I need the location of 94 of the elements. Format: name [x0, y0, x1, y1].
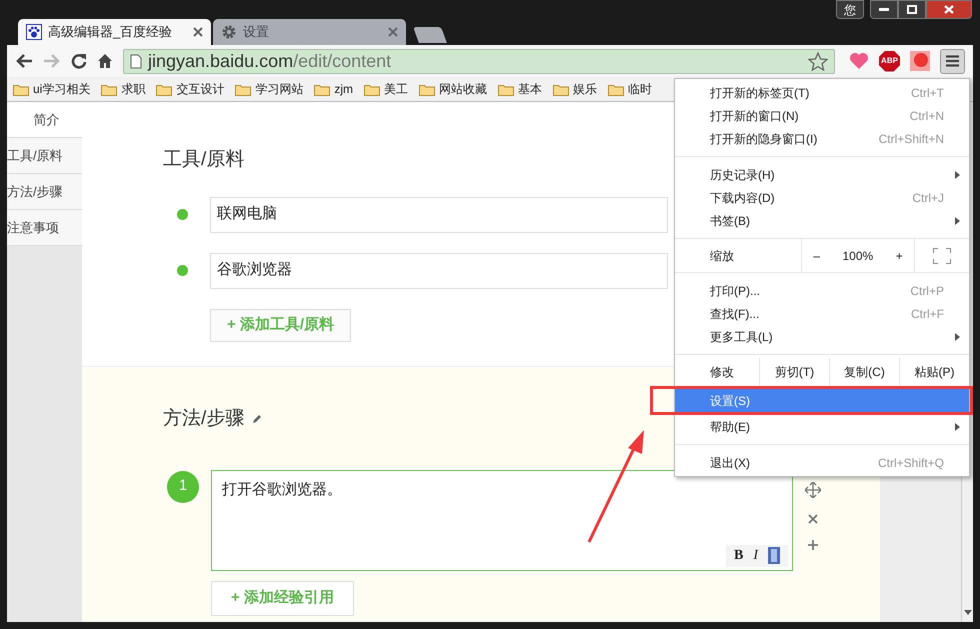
maximize-icon — [907, 5, 917, 14]
bookmark-item[interactable]: ui学习相关 — [13, 80, 90, 98]
bookmark-item[interactable]: 临时 — [608, 80, 652, 98]
input-field[interactable]: 联网电脑 — [210, 196, 668, 232]
fullscreen-icon[interactable] — [933, 248, 951, 264]
menu-button[interactable] — [940, 48, 965, 74]
pencil-icon[interactable] — [252, 414, 262, 424]
folder-icon — [498, 82, 514, 96]
menu-button-item[interactable]: 剪切(T) — [759, 358, 829, 386]
menu-item[interactable]: 打开新的隐身窗口(I) Ctrl+Shift+N — [675, 127, 969, 150]
new-tab-button[interactable] — [413, 27, 447, 43]
menu-label: 缩放 — [709, 248, 735, 264]
close-icon[interactable] — [193, 27, 203, 37]
paw-icon — [26, 24, 42, 40]
gear-icon — [221, 24, 237, 40]
input-field[interactable]: 谷歌浏览器 — [210, 252, 668, 288]
menu-item[interactable]: 退出(X) Ctrl+Shift+Q — [675, 451, 969, 474]
folder-icon — [553, 82, 570, 96]
tab-title: 高级编辑器_百度经验 — [48, 23, 174, 42]
sidebar-item[interactable]: 注意事项 — [7, 210, 82, 246]
close-icon[interactable] — [388, 27, 398, 37]
menu-item[interactable]: 打开新的窗口(N) Ctrl+N — [675, 104, 969, 127]
menu-item[interactable]: 书签(B) — [675, 209, 969, 232]
address-bar[interactable]: jingyan.baidu.com/edit/content — [123, 48, 835, 74]
menu-item[interactable]: 打印(P)... Ctrl+P — [675, 279, 969, 302]
sidebar-item[interactable]: 简介 — [7, 102, 82, 138]
folder-icon — [314, 82, 330, 96]
folder-icon — [419, 82, 436, 96]
sidebar-item[interactable]: 工具/原料 — [7, 138, 82, 174]
tab-title: 设置 — [243, 23, 270, 42]
shortcut-text: Ctrl+J — [912, 190, 944, 206]
shortcut-text: Ctrl+P — [910, 282, 944, 300]
browser-tab[interactable]: 设置 — [213, 19, 406, 45]
menu-item[interactable]: 查找(F)... Ctrl+F — [675, 302, 969, 325]
bookmark-item[interactable]: 学习网站 — [235, 80, 304, 98]
menu-item[interactable]: 打开新的标签页(T) Ctrl+T — [675, 81, 969, 104]
plus-icon[interactable] — [808, 540, 818, 550]
minimize-button[interactable] — [870, 0, 898, 19]
bookmark-item[interactable]: 交互设计 — [156, 80, 224, 98]
reload-icon[interactable] — [71, 53, 87, 69]
heart-icon[interactable] — [849, 52, 869, 70]
menu-item[interactable]: 帮助(E) — [675, 415, 969, 438]
bookmark-item[interactable]: 娱乐 — [553, 80, 598, 98]
folder-icon — [13, 82, 29, 96]
shortcut-text: Ctrl+N — [910, 108, 944, 124]
folder-icon — [364, 82, 380, 96]
home-icon[interactable] — [97, 53, 113, 69]
folder-icon — [235, 82, 252, 96]
bookmark-item[interactable]: 网站收藏 — [419, 80, 488, 98]
back-icon[interactable] — [15, 53, 33, 69]
folder-icon — [156, 82, 172, 96]
sidebar-item[interactable]: 方法/步骤 — [7, 174, 82, 210]
minimize-icon — [879, 8, 889, 12]
shortcut-text: Ctrl+Shift+Q — [878, 454, 944, 472]
scroll-down-icon — [964, 610, 972, 616]
bookmark-item[interactable]: 求职 — [101, 80, 146, 98]
step-text: 打开谷歌浏览器。 — [222, 480, 342, 500]
close-icon — [944, 5, 954, 14]
browser-tab[interactable]: 高级编辑器_百度经验 — [18, 19, 211, 45]
zoom-level: 100% — [842, 248, 874, 264]
url-text: jingyan.baidu.com/edit/content — [148, 50, 392, 73]
page-icon — [130, 54, 142, 68]
section-title: 方法/步骤 — [163, 407, 244, 431]
close-icon[interactable] — [808, 514, 818, 524]
maximize-button[interactable] — [898, 0, 926, 19]
section-title: 工具/原料 — [163, 148, 246, 172]
bookmark-item[interactable]: zjm — [314, 80, 354, 98]
zoom-in-button[interactable]: + — [896, 246, 903, 264]
menu-item[interactable]: 设置(S) — [675, 389, 969, 412]
menu-item[interactable]: 更多工具(L) — [675, 325, 969, 348]
shortcut-text: Ctrl+Shift+N — [878, 130, 944, 148]
film-icon[interactable] — [768, 547, 780, 564]
bookmark-item[interactable]: 基本 — [498, 80, 542, 98]
shortcut-text: Ctrl+F — [911, 306, 944, 322]
menu-item[interactable]: 历史记录(H) — [675, 163, 969, 186]
bookmark-item[interactable]: 美工 — [364, 80, 408, 98]
adblock-button[interactable]: ABP — [879, 50, 900, 72]
italic-button[interactable]: I — [753, 545, 758, 566]
step-editor[interactable]: 打开谷歌浏览器。 B I — [211, 470, 793, 570]
menu-icon — [946, 55, 959, 67]
zoom-out-button[interactable]: – — [813, 246, 820, 264]
menu-item[interactable]: 下载内容(D) Ctrl+J — [675, 186, 969, 209]
close-window-button[interactable] — [926, 0, 972, 19]
menu-button-item[interactable]: 复制(C) — [829, 358, 899, 386]
menu-label: 修改 — [709, 364, 735, 380]
step-number: 1 — [167, 470, 199, 502]
profile-button[interactable]: 您 — [836, 0, 864, 19]
folder-icon — [101, 82, 118, 96]
star-icon[interactable] — [808, 52, 828, 70]
shortcut-text: Ctrl+T — [911, 84, 944, 102]
move-icon[interactable] — [805, 482, 821, 498]
bold-button[interactable]: B — [734, 545, 744, 566]
folder-icon — [608, 82, 624, 96]
menu-button-item[interactable]: 粘贴(P) — [899, 358, 969, 386]
